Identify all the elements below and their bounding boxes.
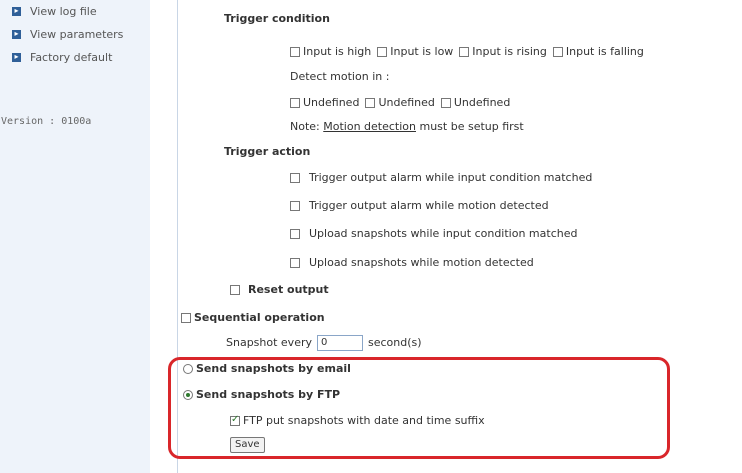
motion-window-3-checkbox[interactable]	[440, 97, 451, 108]
trigger-action-option-2[interactable]: Trigger output alarm while motion detect…	[290, 199, 549, 212]
trigger-action-option-4[interactable]: Upload snapshots while motion detected	[290, 256, 534, 269]
motion-window-1-option[interactable]: Undefined	[290, 96, 359, 109]
motion-window-2-option[interactable]: Undefined	[365, 96, 435, 109]
trigger-output-motion-checkbox[interactable]	[290, 201, 300, 211]
trigger-action-option-3[interactable]: Upload snapshots while input condition m…	[290, 227, 577, 240]
motion-note: Note: Motion detection must be setup fir…	[290, 120, 524, 133]
trigger-action-heading: Trigger action	[224, 145, 311, 158]
input-rising-checkbox[interactable]	[459, 46, 470, 57]
reset-output-option[interactable]: Reset output	[230, 283, 329, 296]
motion-window-1-checkbox[interactable]	[290, 97, 300, 108]
sidebar-item-view-log-file[interactable]: ▸ View log file	[12, 3, 97, 19]
sidebar	[0, 0, 150, 473]
version-label: Version : 0100a	[1, 116, 92, 127]
input-low-option[interactable]: Input is low	[377, 45, 453, 58]
trigger-output-input-checkbox[interactable]	[290, 173, 300, 183]
snapshot-interval-input[interactable]: 0	[317, 335, 363, 351]
highlight-box	[168, 357, 670, 459]
trigger-condition-heading: Trigger condition	[224, 12, 330, 25]
snapshot-interval-row: Snapshot every 0 second(s)	[226, 335, 422, 351]
sidebar-item-label: Factory default	[30, 50, 113, 64]
input-high-option[interactable]: Input is high	[290, 45, 371, 58]
motion-window-2-checkbox[interactable]	[365, 97, 376, 108]
sequential-operation-checkbox[interactable]	[181, 313, 191, 323]
detect-motion-label: Detect motion in :	[290, 70, 390, 83]
sidebar-item-view-parameters[interactable]: ▸ View parameters	[12, 26, 123, 42]
input-low-checkbox[interactable]	[377, 46, 388, 57]
input-rising-option[interactable]: Input is rising	[459, 45, 547, 58]
input-high-checkbox[interactable]	[290, 46, 300, 57]
arrow-right-icon: ▸	[12, 6, 21, 16]
sequential-operation-option[interactable]: Sequential operation	[181, 311, 325, 324]
motion-window-row: Undefined Undefined Undefined	[290, 96, 516, 109]
sidebar-item-factory-default[interactable]: ▸ Factory default	[12, 49, 112, 65]
trigger-action-option-1[interactable]: Trigger output alarm while input conditi…	[290, 171, 592, 184]
sidebar-item-label: View parameters	[30, 27, 124, 41]
upload-motion-checkbox[interactable]	[290, 258, 300, 268]
input-falling-option[interactable]: Input is falling	[552, 45, 644, 58]
motion-detection-link[interactable]: Motion detection	[323, 120, 416, 133]
arrow-right-icon: ▸	[12, 52, 21, 62]
reset-output-checkbox[interactable]	[230, 285, 240, 295]
arrow-right-icon: ▸	[12, 29, 21, 39]
input-condition-row: Input is high Input is low Input is risi…	[290, 45, 650, 58]
sidebar-item-label: View log file	[30, 4, 97, 18]
upload-input-checkbox[interactable]	[290, 229, 300, 239]
input-falling-checkbox[interactable]	[552, 46, 563, 57]
motion-window-3-option[interactable]: Undefined	[440, 96, 510, 109]
